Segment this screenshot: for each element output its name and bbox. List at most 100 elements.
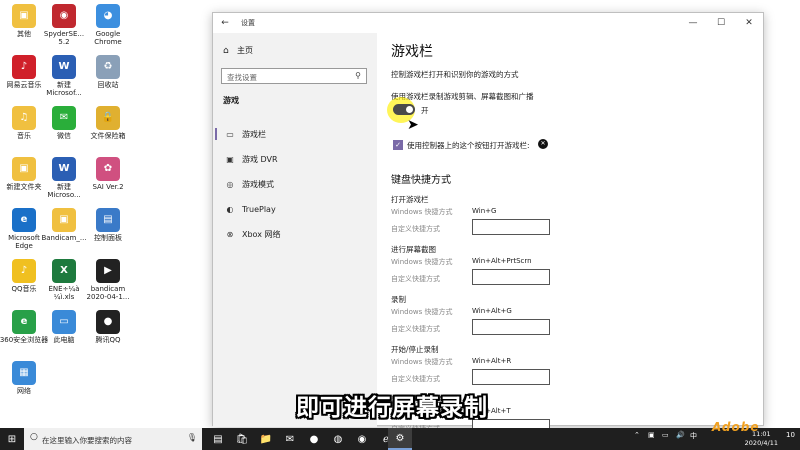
record-toggle[interactable] <box>393 104 415 115</box>
settings-window: ← 设置 — ☐ ✕ ⌂ 主页 查找设置 ⚲ 游戏 ▭ 游戏栏 ▣ 游戏 DVR ◎ 游戏… <box>212 12 764 435</box>
sidebar-item-label: Xbox 网络 <box>242 229 281 239</box>
file-explorer-icon[interactable]: 📁 <box>254 428 278 450</box>
desktop-icon[interactable]: ✿ SAI Ver.2 <box>82 157 134 191</box>
network-icon[interactable]: ▭ <box>662 431 669 439</box>
desktop-icon-label: Google <box>95 30 121 38</box>
settings-taskbar-icon[interactable]: ⚙ <box>388 428 412 450</box>
shortcut-title: 打开游戏栏 <box>391 195 429 204</box>
sidebar-item-4[interactable]: ⊗ Xbox 网络 <box>213 224 377 244</box>
desktop-icon-label-line2: Chrome <box>94 38 122 46</box>
windows-shortcut-value: Win+G <box>472 207 497 215</box>
main-content: 游戏栏 控制游戏栏打开和识别你的游戏的方式 使用游戏栏录制游戏剪辑、屏幕截图和广… <box>387 33 751 435</box>
sidebar-item-icon: ▭ <box>226 129 234 139</box>
desktop-icon[interactable]: ▶ bandicam 2020-04-1... <box>82 259 134 301</box>
taskbar-search-placeholder: 在这里输入你要搜索的内容 <box>42 436 132 445</box>
desktop-icon[interactable]: ▦ 网络 <box>0 361 50 395</box>
desktop-icon-label: SAI Ver.2 <box>92 183 124 191</box>
desktop-icon-image: ▣ <box>12 157 36 181</box>
desktop-icon[interactable]: ♻ 回收站 <box>82 55 134 89</box>
desktop-icon-image: W <box>52 157 76 181</box>
sidebar-item-icon: ⊗ <box>226 229 234 239</box>
desktop-icon[interactable]: ◕ Google Chrome <box>82 4 134 46</box>
window-title: 设置 <box>241 19 255 27</box>
close-button[interactable]: ✕ <box>735 13 763 33</box>
taskbar-search-box[interactable]: ○ 在这里输入你要搜索的内容 🎙 <box>24 428 202 450</box>
desktop-icon-label: 文件保险箱 <box>90 132 126 140</box>
desktop-icon[interactable]: 🔒 文件保险箱 <box>82 106 134 140</box>
custom-shortcut-label: 自定义快捷方式 <box>391 325 440 333</box>
desktop-icon-image: ♻ <box>96 55 120 79</box>
home-icon: ⌂ <box>223 45 229 56</box>
sidebar-item-2[interactable]: ◎ 游戏模式 <box>213 174 377 194</box>
qq-icon[interactable]: ● <box>302 428 326 450</box>
windows-shortcut-value: Win+Alt+PrtScrn <box>472 257 532 265</box>
desktop-icon-image: ● <box>96 310 120 334</box>
category-heading: 游戏 <box>223 96 239 105</box>
desktop-icon-image: ▤ <box>96 208 120 232</box>
cortana-icon: ○ <box>30 432 38 442</box>
desktop-icon-image: W <box>52 55 76 79</box>
microphone-icon[interactable]: 🎙 <box>187 433 197 442</box>
desktop-icon-label: 网络 <box>17 387 31 395</box>
store-icon[interactable]: 🛍 <box>230 428 254 450</box>
toggle-label: 开 <box>421 106 429 115</box>
wechat-icon[interactable]: ◍ <box>326 428 350 450</box>
notification-badge[interactable]: 10 <box>786 431 795 439</box>
ime-indicator[interactable]: 中 <box>690 431 697 441</box>
desktop-icon-label-line2: 2020-04-1... <box>86 293 130 301</box>
tray-app-icon[interactable]: ▣ <box>648 431 655 439</box>
settings-sidebar: ⌂ 主页 查找设置 ⚲ 游戏 ▭ 游戏栏 ▣ 游戏 DVR ◎ 游戏模式 ◐ TruePlay… <box>213 33 377 427</box>
desktop-icon-image: ◉ <box>52 4 76 28</box>
windows-shortcut-label: Windows 快捷方式 <box>391 308 453 316</box>
custom-shortcut-input[interactable] <box>472 269 550 285</box>
minimize-button[interactable]: — <box>679 13 707 33</box>
desktop-icon-image: ◕ <box>96 4 120 28</box>
desktop-icon-image: ▶ <box>96 259 120 283</box>
desktop-icon-label: bandicam <box>90 285 126 293</box>
desktop-icon-image: X <box>52 259 76 283</box>
browser-360-icon[interactable]: ◉ <box>350 428 374 450</box>
desktop-icon-image: ♪ <box>12 259 36 283</box>
desktop-icon[interactable]: ▤ 控制面板 <box>82 208 134 242</box>
page-title: 游戏栏 <box>391 44 433 60</box>
desktop-icon-label: 回收站 <box>97 81 119 89</box>
desktop-icon-image: ▭ <box>52 310 76 334</box>
clock-date: 2020/4/11 <box>744 439 778 447</box>
desktop-icon-label-line2: Microsof... <box>46 89 82 97</box>
sidebar-item-icon: ◐ <box>226 204 234 214</box>
desktop-icon-image: ▣ <box>52 208 76 232</box>
controller-checkbox[interactable]: ✓ <box>393 140 403 150</box>
custom-shortcut-input[interactable] <box>472 219 550 235</box>
back-arrow-icon[interactable]: ← <box>213 18 237 28</box>
custom-shortcut-input[interactable] <box>472 319 550 335</box>
task-view-icon[interactable]: ▤ <box>206 428 230 450</box>
maximize-button[interactable]: ☐ <box>707 13 735 33</box>
controller-label: 使用控制器上的这个按钮打开游戏栏: <box>407 141 530 150</box>
home-label: 主页 <box>237 46 253 55</box>
desktop-icon-image: ✉ <box>52 106 76 130</box>
desktop-icon-label-line2: Edge <box>15 242 33 250</box>
search-placeholder: 查找设置 <box>227 73 257 82</box>
custom-shortcut-input[interactable] <box>472 369 550 385</box>
windows-start-button[interactable]: ⊞ <box>0 428 24 450</box>
custom-shortcut-label: 自定义快捷方式 <box>391 275 440 283</box>
mail-icon[interactable]: ✉ <box>278 428 302 450</box>
sidebar-item-1[interactable]: ▣ 游戏 DVR <box>213 149 377 169</box>
home-link[interactable]: ⌂ 主页 <box>223 45 253 56</box>
sidebar-item-3[interactable]: ◐ TruePlay <box>213 199 377 219</box>
desktop-icon[interactable]: ● 腾讯QQ <box>82 310 134 344</box>
desktop-icon-image: ✿ <box>96 157 120 181</box>
desktop-icon-label-line2: Microso... <box>47 191 81 199</box>
volume-icon[interactable]: 🔊 <box>676 431 685 439</box>
shortcut-title: 开始/停止录制 <box>391 345 439 354</box>
windows-shortcut-label: Windows 快捷方式 <box>391 208 453 216</box>
sidebar-item-0[interactable]: ▭ 游戏栏 <box>213 124 377 144</box>
windows-shortcut-label: Windows 快捷方式 <box>391 358 453 366</box>
xbox-icon: ✕ <box>538 139 548 149</box>
tray-chevron-icon[interactable]: ⌃ <box>634 431 640 439</box>
desktop-icon-label: 腾讯QQ <box>95 336 121 344</box>
sidebar-item-label: 游戏栏 <box>242 129 266 139</box>
settings-search-input[interactable]: 查找设置 ⚲ <box>221 68 367 84</box>
windows-shortcut-value: Win+Alt+R <box>472 357 512 365</box>
desktop-icon-image: ▦ <box>12 361 36 385</box>
